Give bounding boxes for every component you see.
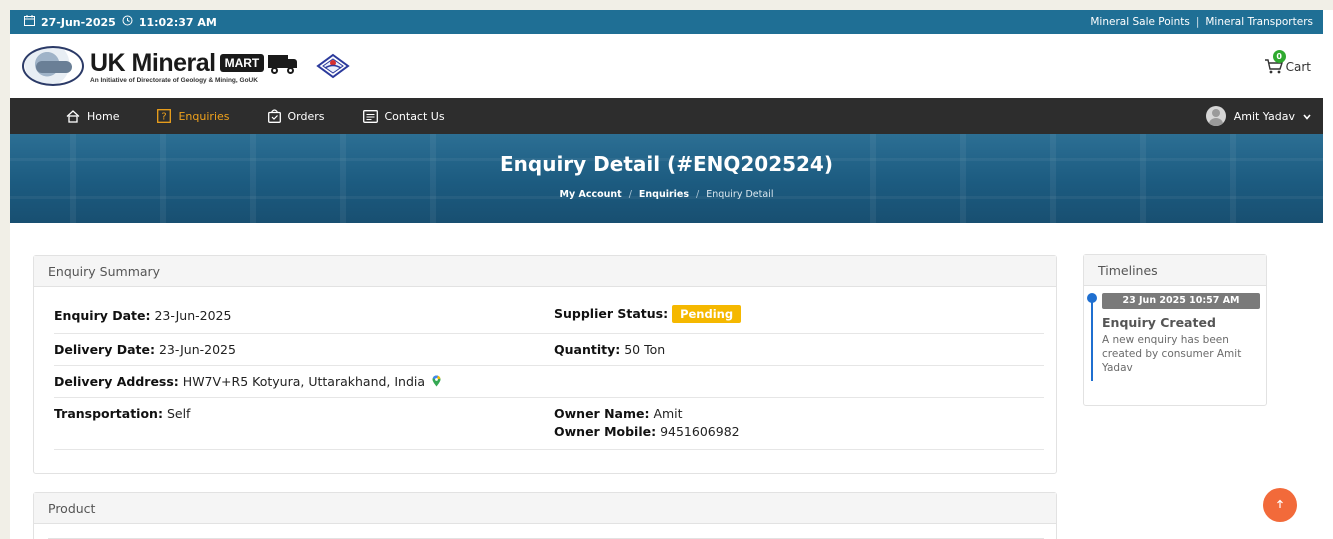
directorate-emblem-icon	[22, 46, 84, 86]
current-date: 27-Jun-2025	[41, 15, 116, 29]
page-hero: Enquiry Detail (#ENQ202524) My Account /…	[10, 134, 1323, 223]
user-name: Amit Yadav	[1233, 109, 1295, 123]
home-icon	[66, 109, 80, 123]
scroll-to-top-button[interactable]	[1263, 488, 1297, 522]
arrow-up-icon	[1276, 498, 1284, 513]
map-pin-icon[interactable]	[432, 375, 441, 387]
nav-item-home[interactable]: Home	[66, 110, 119, 123]
nav-item-label: Home	[87, 109, 120, 123]
top-links: Mineral Sale Points | Mineral Transporte…	[1090, 16, 1313, 28]
mineral-transporters-link[interactable]: Mineral Transporters	[1205, 16, 1313, 28]
timeline-title: Enquiry Created	[1102, 315, 1216, 330]
breadcrumb-separator: /	[628, 189, 632, 200]
timelines-card: Timelines 23 Jun 2025 10:57 AM Enquiry C…	[1083, 254, 1267, 406]
calendar-icon	[24, 15, 35, 29]
delivery-address: Delivery Address: HW7V+R5 Kotyura, Uttar…	[54, 374, 441, 389]
timeline-line	[1091, 297, 1093, 381]
top-info-bar: 27-Jun-2025 11:02:37 AM Mineral Sale Poi…	[10, 10, 1323, 34]
cart-icon: 0	[1264, 50, 1286, 74]
nav-item-enquiries[interactable]: ? Enquiries	[157, 109, 230, 123]
owner-name: Owner Name: Amit	[554, 406, 683, 421]
breadcrumb-current: Enquiry Detail	[706, 189, 774, 200]
link-separator: |	[1195, 16, 1200, 28]
card-header: Product	[34, 493, 1056, 524]
product-card: Product	[33, 492, 1057, 539]
datetime-display: 27-Jun-2025 11:02:37 AM	[24, 15, 217, 29]
breadcrumb-my-account[interactable]: My Account	[560, 189, 622, 200]
cart-label: Cart	[1285, 60, 1311, 74]
breadcrumb-separator: /	[696, 189, 700, 200]
enquiry-summary-card: Enquiry Summary Enquiry Date: 23-Jun-202…	[33, 255, 1057, 474]
timeline-text: A new enquiry has been created by consum…	[1102, 334, 1242, 374]
brand-mart: MART	[219, 54, 265, 72]
svg-text:?: ?	[162, 112, 167, 123]
brand-name: UK Mineral	[90, 48, 216, 77]
summary-row: Delivery Address: HW7V+R5 Kotyura, Uttar…	[54, 366, 1044, 398]
timeline-date: 23 Jun 2025 10:57 AM	[1102, 293, 1260, 309]
nav-item-label: Orders	[287, 109, 325, 123]
brand-bar: UK Mineral MART An Initiative of Directo…	[10, 34, 1323, 98]
avatar	[1205, 106, 1226, 126]
enquiry-date: Enquiry Date: 23-Jun-2025	[54, 308, 232, 323]
cart-count-badge: 0	[1272, 50, 1286, 63]
page-title: Enquiry Detail (#ENQ202524)	[499, 152, 833, 176]
nav-item-label: Enquiries	[178, 109, 230, 123]
breadcrumb-enquiries[interactable]: Enquiries	[639, 189, 689, 200]
current-time: 11:02:37 AM	[138, 15, 217, 29]
timeline-dot	[1087, 293, 1097, 303]
mineral-sale-points-link[interactable]: Mineral Sale Points	[1090, 16, 1189, 28]
nav-item-orders[interactable]: Orders	[267, 109, 325, 123]
main-nav: Home ? Enquiries Orders Contact Us Amit …	[10, 98, 1323, 134]
owner-mobile: Owner Mobile: 9451606982	[554, 424, 740, 439]
nav-item-contact-us[interactable]: Contact Us	[362, 109, 445, 123]
card-header: Timelines	[1084, 255, 1266, 286]
summary-row: Transportation: Self Owner Name: Amit Ow…	[54, 398, 1044, 450]
window-frame-left	[0, 0, 10, 539]
clock-icon	[122, 15, 133, 29]
delivery-date: Delivery Date: 23-Jun-2025	[54, 342, 236, 357]
summary-row: Enquiry Date: 23-Jun-2025 Supplier Statu…	[54, 300, 1044, 334]
cart-button[interactable]: 0 Cart	[1264, 50, 1311, 74]
status-badge: Pending	[672, 305, 742, 323]
brand-tagline: An Initiative of Directorate of Geology …	[90, 76, 258, 84]
card-header: Enquiry Summary	[34, 256, 1056, 287]
transportation: Transportation: Self	[54, 406, 191, 421]
bag-check-icon	[267, 109, 281, 123]
truck-icon	[268, 52, 298, 74]
nav-item-label: Contact Us	[384, 109, 445, 123]
quantity: Quantity: 50 Ton	[554, 342, 666, 357]
chevron-down-icon	[1303, 110, 1311, 123]
supplier-status: Supplier Status: Pending	[554, 305, 742, 323]
question-box-icon: ?	[157, 109, 172, 123]
site-logo[interactable]: UK Mineral MART An Initiative of Directo…	[22, 46, 350, 86]
window-frame-top	[0, 0, 1333, 10]
user-menu[interactable]: Amit Yadav	[1205, 106, 1311, 126]
summary-row: Delivery Date: 23-Jun-2025 Quantity: 50 …	[54, 334, 1044, 366]
message-icon	[362, 109, 378, 123]
state-emblem-icon	[316, 53, 350, 79]
breadcrumb: My Account / Enquiries / Enquiry Detail	[10, 189, 1323, 200]
